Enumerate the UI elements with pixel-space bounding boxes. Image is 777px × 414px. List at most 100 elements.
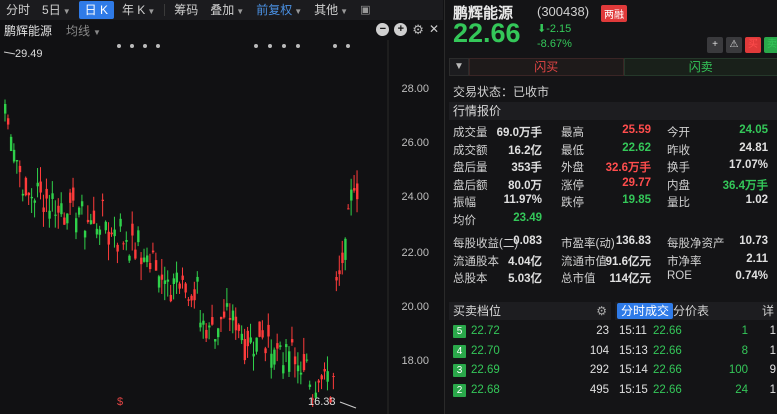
tick-row[interactable]: 15:14 22.66 100 9 bbox=[615, 361, 777, 381]
quote_rows-value: 353手 bbox=[511, 162, 542, 174]
candle-body bbox=[317, 380, 320, 383]
tab-detail[interactable]: 详 bbox=[762, 302, 774, 320]
quote_rows-value: 25.59 bbox=[622, 124, 651, 136]
tick-price: 22.66 bbox=[653, 364, 682, 376]
orderbook-row[interactable]: 3 22.69 292 bbox=[449, 361, 611, 381]
tick-row[interactable]: 15:15 22.66 24 1 bbox=[615, 381, 777, 401]
event-dot[interactable] bbox=[333, 44, 337, 48]
tick-volume: 24 bbox=[735, 383, 748, 396]
adjust-dropdown[interactable]: 前复权 ▼ bbox=[250, 1, 308, 19]
quote_rows-row: 盘后量 353手 外盘 32.6万手 换手 17.07% bbox=[453, 157, 777, 175]
event-dot[interactable] bbox=[282, 44, 286, 48]
overlay-button[interactable]: 叠加 ▼ bbox=[204, 1, 250, 19]
quote_rows-label: 量比 bbox=[667, 197, 690, 209]
candle-body bbox=[187, 299, 190, 301]
candle-body bbox=[107, 231, 110, 245]
zoom-out-icon[interactable]: − bbox=[376, 23, 390, 36]
candle-body bbox=[151, 250, 155, 253]
ticks-header: 分时成交 分价表 详 bbox=[615, 302, 777, 320]
fin_rows-row: 总股本 5.03亿 总市值 114亿元 ROE 0.74% bbox=[453, 268, 777, 286]
zoom-in-icon[interactable]: + bbox=[394, 23, 408, 36]
candle-body bbox=[15, 160, 19, 162]
buy-button[interactable]: 买 bbox=[745, 37, 761, 53]
event-dot[interactable] bbox=[254, 44, 258, 48]
quote_rows-value: 22.62 bbox=[622, 141, 651, 154]
event-marker[interactable]: $ bbox=[117, 396, 123, 408]
tick-price: 22.66 bbox=[653, 325, 682, 337]
event-dot[interactable] bbox=[296, 44, 300, 48]
window-icon[interactable]: ▣ bbox=[354, 1, 376, 19]
gear-icon[interactable]: ⚙ bbox=[412, 23, 424, 36]
candle-body bbox=[134, 249, 137, 259]
fin_rows-label: 总市值 bbox=[561, 273, 596, 285]
tick-row[interactable]: 15:11 22.66 1 1 bbox=[615, 322, 777, 342]
quote_rows-value: 24.81 bbox=[739, 141, 768, 154]
orderbook-row[interactable]: 2 22.68 495 bbox=[449, 381, 611, 401]
event-dot[interactable] bbox=[156, 44, 160, 48]
period-toolbar: 分时 5日 ▼ 日 K 年 K ▼ 筹码 叠加 ▼ 前复权 ▼ 其他 ▼ ▣ bbox=[0, 0, 443, 20]
candle-body bbox=[57, 205, 60, 213]
kline-chart[interactable]: 28.00 26.00 24.00 22.00 20.00 18.00 29.4… bbox=[0, 40, 443, 414]
fin_rows-value: 136.83 bbox=[615, 235, 651, 247]
alert-button[interactable]: ⚠ bbox=[726, 37, 742, 53]
event-dot[interactable] bbox=[346, 44, 350, 48]
quote-grid: 成交量 69.0万手 最高 25.59 今开 24.05 成交额 16.2亿 最低 22.62 昨收… bbox=[453, 122, 777, 227]
sell-button[interactable]: 卖 bbox=[764, 37, 777, 53]
candle-body bbox=[243, 339, 247, 361]
candle-body bbox=[202, 320, 205, 325]
low-marker-arrow bbox=[339, 401, 357, 409]
orderbook-row[interactable]: 5 22.72 23 bbox=[449, 322, 611, 342]
close-icon[interactable]: ✕ bbox=[429, 23, 439, 36]
candle-body bbox=[261, 330, 264, 338]
candle-body bbox=[113, 229, 116, 237]
tab-intraday[interactable]: 分时 bbox=[0, 1, 36, 19]
candle-body bbox=[228, 317, 232, 320]
event-dot[interactable] bbox=[117, 44, 121, 48]
ma-dropdown[interactable]: 均线 ▼ bbox=[66, 22, 101, 39]
flash-buy-button[interactable]: 闪买 bbox=[469, 58, 624, 76]
gear-icon[interactable]: ⚙ bbox=[596, 302, 607, 320]
tab-5day[interactable]: 5日 ▼ bbox=[36, 1, 77, 19]
tab-5day-label: 5日 bbox=[42, 3, 61, 17]
tick-volume: 1 bbox=[741, 325, 748, 337]
candle-body bbox=[143, 257, 146, 262]
y-tick: 22.00 bbox=[401, 247, 429, 259]
candle-body bbox=[302, 354, 306, 371]
event-dot[interactable] bbox=[130, 44, 134, 48]
more-dropdown[interactable]: 其他 ▼ bbox=[308, 1, 354, 19]
high-marker-label: 29.49 bbox=[15, 48, 43, 60]
tab-tick-trades[interactable]: 分时成交 bbox=[617, 303, 674, 319]
ticks-list: 15:11 22.66 1 1 15:13 22.66 8 1 15:14 22.66 100 9 15… bbox=[615, 322, 777, 400]
chips-button[interactable]: 筹码 bbox=[168, 1, 204, 19]
y-tick: 28.00 bbox=[401, 83, 429, 95]
quote_rows-label: 最低 bbox=[561, 144, 584, 157]
candle-body bbox=[137, 230, 140, 243]
tab-price-table[interactable]: 分价表 bbox=[673, 302, 709, 320]
candle-body bbox=[30, 196, 34, 199]
candle-body bbox=[125, 240, 128, 242]
event-dot[interactable] bbox=[143, 44, 147, 48]
flash-sell-button[interactable]: 闪卖 bbox=[623, 58, 777, 76]
candle-body bbox=[95, 228, 99, 235]
candle-body bbox=[282, 365, 285, 374]
candle-body bbox=[190, 295, 193, 301]
add-watchlist-button[interactable]: + bbox=[707, 37, 723, 53]
candle-body bbox=[148, 262, 152, 270]
tab-year-k[interactable]: 年 K ▼ bbox=[116, 1, 161, 19]
orderbook-row[interactable]: 4 22.70 104 bbox=[449, 342, 611, 362]
candle-body bbox=[320, 375, 323, 380]
candle-body bbox=[66, 213, 69, 224]
candle-body bbox=[208, 325, 211, 328]
chart-controls: − + ⚙ ✕ bbox=[376, 23, 439, 36]
tick-row[interactable]: 15:13 22.66 8 1 bbox=[615, 342, 777, 362]
arrow-down-icon: ⬇ bbox=[537, 23, 547, 35]
tick-price: 22.66 bbox=[653, 383, 682, 396]
candle-body bbox=[246, 330, 249, 347]
tab-daily-k[interactable]: 日 K bbox=[78, 1, 114, 19]
quote_rows-label: 换手 bbox=[667, 162, 690, 174]
order-volume: 292 bbox=[589, 364, 609, 376]
order-price: 22.69 bbox=[471, 364, 500, 376]
menu-icon[interactable]: ▼ bbox=[449, 58, 469, 76]
event-dot[interactable] bbox=[268, 44, 272, 48]
trading-status: 交易状态：已收市 bbox=[453, 85, 550, 99]
